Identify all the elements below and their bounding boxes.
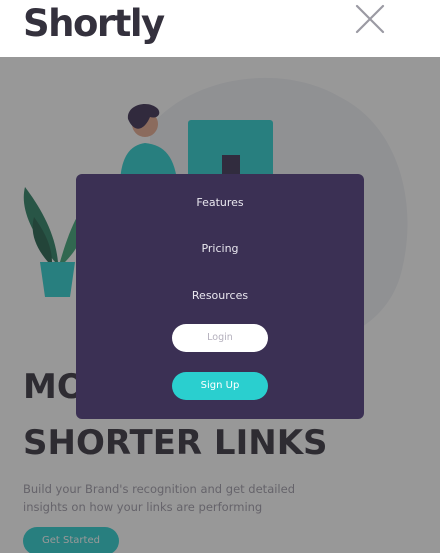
nav-item-pricing[interactable]: Pricing bbox=[76, 242, 364, 255]
page-header: Shortly bbox=[0, 0, 440, 57]
nav-item-resources[interactable]: Resources bbox=[76, 289, 364, 302]
logo[interactable]: Shortly bbox=[23, 2, 165, 45]
close-icon[interactable] bbox=[354, 3, 386, 35]
mobile-nav-menu: Features Pricing Resources Login Sign Up bbox=[76, 174, 364, 419]
sign-up-button[interactable]: Sign Up bbox=[172, 372, 268, 400]
nav-item-features[interactable]: Features bbox=[76, 196, 364, 209]
login-button[interactable]: Login bbox=[172, 324, 268, 352]
